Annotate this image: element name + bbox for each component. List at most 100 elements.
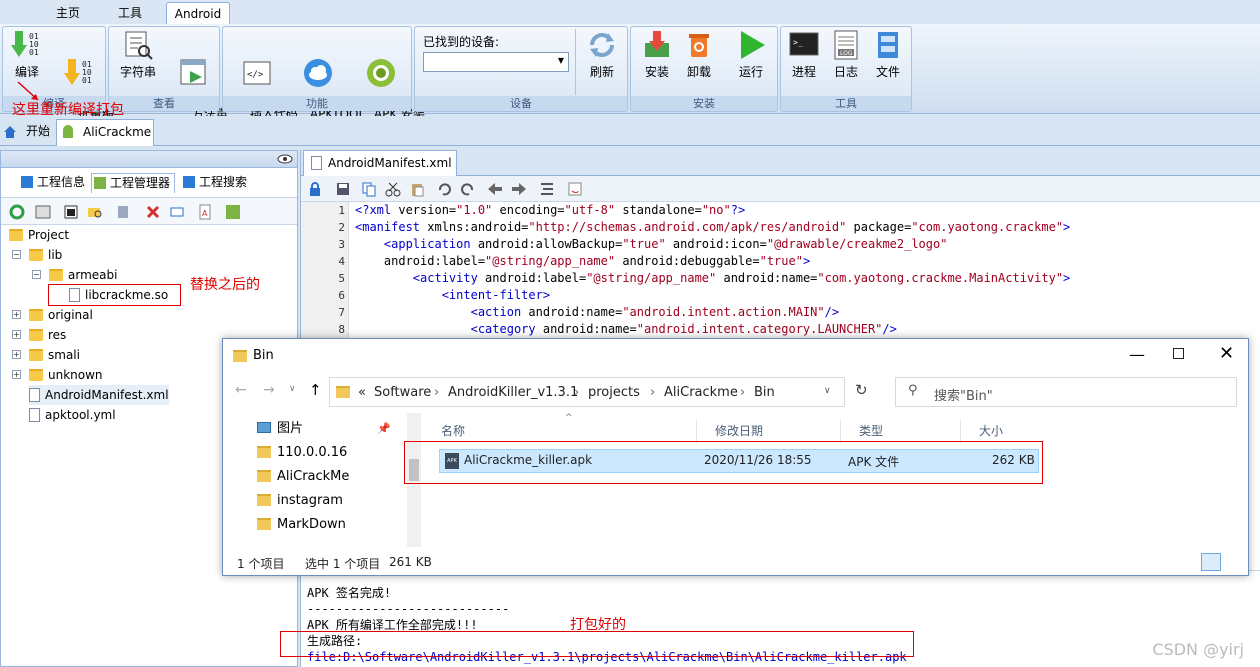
back-arrow-icon[interactable] xyxy=(487,181,503,197)
breadcrumb[interactable]: « Software › AndroidKiller_v1.3.1 › proj… xyxy=(329,377,845,407)
menu-tab-tools[interactable]: 工具 xyxy=(106,2,154,24)
strings-button[interactable]: 字符串 xyxy=(113,29,163,79)
tree-node-project[interactable]: Project xyxy=(9,225,69,245)
tree-label: AndroidManifest.xml xyxy=(45,388,169,402)
collapse-toggle[interactable]: − xyxy=(32,270,41,279)
tree-label: unknown xyxy=(48,368,103,382)
copy-icon[interactable] xyxy=(361,181,377,197)
column-type[interactable]: 类型 xyxy=(841,419,961,443)
tree-node-manifest[interactable]: AndroidManifest.xml xyxy=(29,385,169,405)
book-icon[interactable] xyxy=(115,204,131,220)
refresh-icon[interactable] xyxy=(9,204,25,220)
menu-tab-bar: 主页 工具 Android xyxy=(0,0,1260,24)
ribbon: 01 10 01 编译 01 10 01 批量编 译 编译 字符串 xyxy=(0,24,1260,135)
uninstall-button[interactable]: 卸载 xyxy=(677,29,721,79)
java-icon[interactable] xyxy=(567,181,583,197)
menu-tab-android[interactable]: Android xyxy=(166,2,230,24)
breadcrumb-bin[interactable]: Bin xyxy=(754,385,775,400)
undo-icon[interactable] xyxy=(437,181,453,197)
back-arrow-icon[interactable]: ← xyxy=(235,382,247,398)
format-icon[interactable] xyxy=(539,181,555,197)
tab-androidmanifest[interactable]: AndroidManifest.xml xyxy=(303,150,457,176)
chevron-down-icon[interactable]: ∨ xyxy=(824,386,831,396)
compile-button[interactable]: 01 10 01 编译 xyxy=(5,29,49,79)
column-name[interactable]: 名称 xyxy=(423,419,697,443)
tree-label: original xyxy=(48,308,93,322)
breadcrumb-software[interactable]: Software xyxy=(374,385,431,400)
highlight-box-path xyxy=(280,631,914,657)
code-token: > xyxy=(802,254,811,268)
image-icon[interactable] xyxy=(35,204,51,220)
annotation-replaced: 替换之后的 xyxy=(190,277,260,293)
refresh-label: 刷新 xyxy=(589,65,614,79)
tree-node-armeabi[interactable]: armeabi xyxy=(49,265,117,285)
nav-item-markdown[interactable]: MarkDown xyxy=(257,513,346,537)
tree-node-apktool-yml[interactable]: apktool.yml xyxy=(29,405,116,425)
expand-toggle[interactable]: + xyxy=(12,310,21,319)
menu-tab-home[interactable]: 主页 xyxy=(44,2,92,24)
tab-project-info[interactable]: 工程信息 xyxy=(19,173,89,193)
tree-node-unknown[interactable]: unknown xyxy=(29,365,103,385)
tab-project-search[interactable]: 工程搜索 xyxy=(181,173,255,193)
tree-node-lib[interactable]: lib xyxy=(29,245,62,265)
nav-item-alicrackme[interactable]: AliCrackMe xyxy=(257,465,349,489)
close-button[interactable]: ✕ xyxy=(1219,343,1234,364)
tree-node-smali[interactable]: smali xyxy=(29,345,80,365)
folder-icon xyxy=(9,229,23,241)
tab-start[interactable]: 开始 xyxy=(0,119,54,146)
details-view-button[interactable] xyxy=(1201,553,1221,571)
redo-icon[interactable] xyxy=(459,181,475,197)
log-button[interactable]: LOG 日志 xyxy=(825,29,867,79)
eye-icon[interactable] xyxy=(277,153,293,165)
breadcrumb-projects[interactable]: projects xyxy=(588,385,640,400)
tree-node-res[interactable]: res xyxy=(29,325,66,345)
breadcrumb-androidkiller[interactable]: AndroidKiller_v1.3.1 xyxy=(448,385,578,400)
paste-icon[interactable] xyxy=(409,181,425,197)
breadcrumb-alicrackme[interactable]: AliCrackme xyxy=(664,385,738,400)
process-button[interactable]: >_ 进程 xyxy=(783,29,825,79)
lock-icon[interactable] xyxy=(307,181,323,197)
save-icon[interactable] xyxy=(335,181,351,197)
svg-text:</>: </> xyxy=(247,70,264,80)
run-button[interactable]: 运行 xyxy=(729,29,773,79)
file-button[interactable]: 文件 xyxy=(867,29,909,79)
up-arrow-icon[interactable]: ↑ xyxy=(309,381,322,399)
search-input[interactable]: ⚲ 搜索"Bin" xyxy=(895,377,1237,407)
forward-arrow-icon[interactable] xyxy=(511,181,527,197)
home-icon xyxy=(4,126,16,138)
forward-arrow-icon[interactable]: → xyxy=(263,382,275,398)
cut-icon[interactable] xyxy=(385,181,401,197)
column-date[interactable]: 修改日期 xyxy=(697,419,841,443)
breadcrumb-overflow[interactable]: « xyxy=(358,385,366,400)
nav-item-pictures[interactable]: 图片 📌 xyxy=(257,417,391,441)
android-icon[interactable] xyxy=(225,204,241,220)
column-size[interactable]: 大小 xyxy=(961,419,1091,443)
text-file-icon[interactable]: A xyxy=(197,204,213,220)
delete-icon[interactable] xyxy=(145,204,161,220)
collapse-toggle[interactable]: − xyxy=(12,250,21,259)
expand-toggle[interactable]: + xyxy=(12,330,21,339)
large-icons-view-button[interactable] xyxy=(1225,553,1245,571)
install-button[interactable]: 安装 xyxy=(635,29,679,79)
expand-toggle[interactable]: + xyxy=(12,350,21,359)
minimize-button[interactable]: — xyxy=(1129,345,1145,364)
maximize-button[interactable] xyxy=(1173,348,1184,359)
chevron-down-icon[interactable]: ∨ xyxy=(289,384,296,394)
svg-text:LOG: LOG xyxy=(840,50,853,57)
rename-icon[interactable] xyxy=(169,204,185,220)
tab-project[interactable]: AliCrackme xyxy=(56,119,154,146)
refresh-button[interactable]: 刷新 xyxy=(581,29,623,79)
device-select[interactable]: ▼ xyxy=(423,52,569,72)
expand-toggle[interactable]: + xyxy=(12,370,21,379)
code-editor[interactable]: 1 2 3 4 5 6 7 8 <?xml version="1.0" encoding="u… xyxy=(301,202,1260,342)
pin-icon[interactable]: 📌 xyxy=(377,417,391,441)
window-icon[interactable] xyxy=(63,204,79,220)
nav-item-ip[interactable]: 110.0.0.16 xyxy=(257,441,347,465)
folder-search-icon[interactable] xyxy=(87,204,103,220)
tree-node-original[interactable]: original xyxy=(29,305,93,325)
code-token: "@string/app_name" xyxy=(586,271,717,285)
tab-project-manager[interactable]: 工程管理器 xyxy=(91,173,175,193)
refresh-icon[interactable]: ↻ xyxy=(855,381,868,399)
batch-compile-icon: 01 10 01 xyxy=(64,59,92,85)
nav-item-instagram[interactable]: instagram xyxy=(257,489,343,513)
